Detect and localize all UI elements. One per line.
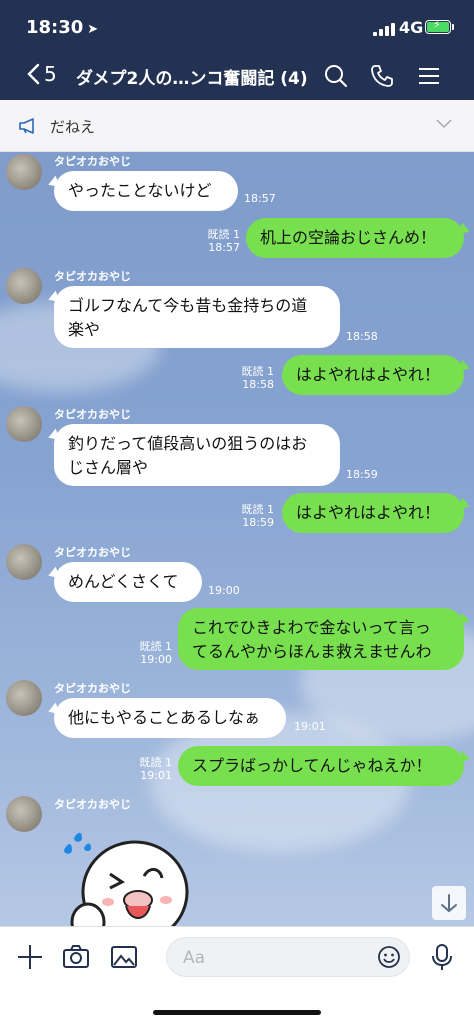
chat-title[interactable]: ダメプ2人の…ンコ奮闘記 (4): [76, 64, 308, 89]
incoming-message[interactable]: やったことないけど: [54, 171, 238, 211]
sender-name: タピオカおやじ: [54, 270, 131, 283]
signal-icon: [373, 23, 395, 36]
outgoing-message[interactable]: これでひきよわで金ないって言っ てるんやからほんま救えませんわ: [178, 608, 464, 670]
read-receipt: 既読 1 19:00: [139, 640, 173, 666]
chat-area[interactable]: タピオカおやじ やったことないけど 18:57 既読 1 18:57 机上の空論お…: [0, 152, 474, 926]
clock-text: 18:30: [26, 17, 84, 38]
camera-icon[interactable]: [62, 943, 90, 971]
outgoing-message[interactable]: はよやれはよやれ！: [282, 355, 464, 395]
back-count: 5: [44, 62, 57, 86]
avatar[interactable]: [6, 680, 42, 716]
avatar[interactable]: [6, 154, 42, 190]
incoming-message[interactable]: めんどくさくて: [54, 562, 202, 602]
incoming-message[interactable]: 他にもやることあるしなぁ: [54, 698, 286, 738]
back-button[interactable]: 5: [26, 62, 57, 86]
read-receipt: 既読 1 18:58: [241, 365, 275, 391]
network-type: 4G: [399, 18, 424, 37]
chat-header: 5 ダメプ2人の…ンコ奮闘記 (4): [0, 52, 474, 100]
plus-icon[interactable]: [16, 943, 44, 971]
avatar[interactable]: [6, 544, 42, 580]
sender-name: タピオカおやじ: [54, 682, 131, 695]
emoji-icon[interactable]: [377, 945, 401, 969]
incoming-message[interactable]: ゴルフなんて今も昔も金持ちの道 楽や: [54, 286, 340, 348]
search-icon[interactable]: [324, 64, 348, 88]
read-receipt: 既読 1 18:59: [241, 503, 275, 529]
sender-name: タピオカおやじ: [54, 798, 131, 811]
phone-icon[interactable]: [370, 64, 394, 88]
status-bar: 18:30 ➤ 4G ⚡: [0, 0, 474, 52]
sender-name: タピオカおやじ: [54, 155, 131, 168]
incoming-message[interactable]: 釣りだって値段高いの狙うのはお じさん層や: [54, 424, 340, 486]
status-time: 18:30 ➤: [26, 17, 98, 38]
message-time: 18:57: [244, 192, 276, 205]
input-bar: [0, 926, 474, 1024]
home-indicator: [153, 1010, 321, 1015]
outgoing-message[interactable]: 机上の空論おじさんめ！: [246, 218, 464, 258]
scroll-to-bottom-button[interactable]: [432, 886, 466, 920]
chevron-left-icon: [27, 63, 40, 85]
message-input[interactable]: [181, 938, 365, 978]
chevron-down-icon[interactable]: [436, 119, 452, 129]
read-receipt: 既読 1 19:01: [139, 756, 173, 782]
announcement-bar[interactable]: だねえ: [0, 100, 474, 152]
message-time: 19:01: [294, 720, 326, 733]
sticker-image[interactable]: [60, 830, 190, 926]
menu-icon[interactable]: [417, 64, 441, 88]
outgoing-message[interactable]: はよやれはよやれ！: [282, 493, 464, 533]
avatar[interactable]: [6, 268, 42, 304]
message-field[interactable]: [166, 937, 410, 978]
avatar[interactable]: [6, 796, 42, 832]
battery-icon: ⚡: [425, 18, 451, 34]
message-time: 18:59: [346, 468, 378, 481]
battery-cap: [452, 24, 454, 30]
location-arrow-icon: ➤: [87, 22, 99, 37]
sender-name: タピオカおやじ: [54, 546, 131, 559]
sender-name: タピオカおやじ: [54, 408, 131, 421]
arrow-down-icon: [441, 894, 457, 913]
message-time: 19:00: [208, 584, 240, 597]
outgoing-message[interactable]: スプラばっかしてんじゃねえか！: [178, 746, 464, 786]
avatar[interactable]: [6, 406, 42, 442]
megaphone-icon: [19, 118, 34, 134]
announcement-text: だねえ: [50, 118, 96, 136]
image-icon[interactable]: [110, 943, 138, 971]
read-receipt: 既読 1 18:57: [207, 228, 241, 254]
message-time: 18:58: [346, 330, 378, 343]
microphone-icon[interactable]: [428, 943, 456, 971]
